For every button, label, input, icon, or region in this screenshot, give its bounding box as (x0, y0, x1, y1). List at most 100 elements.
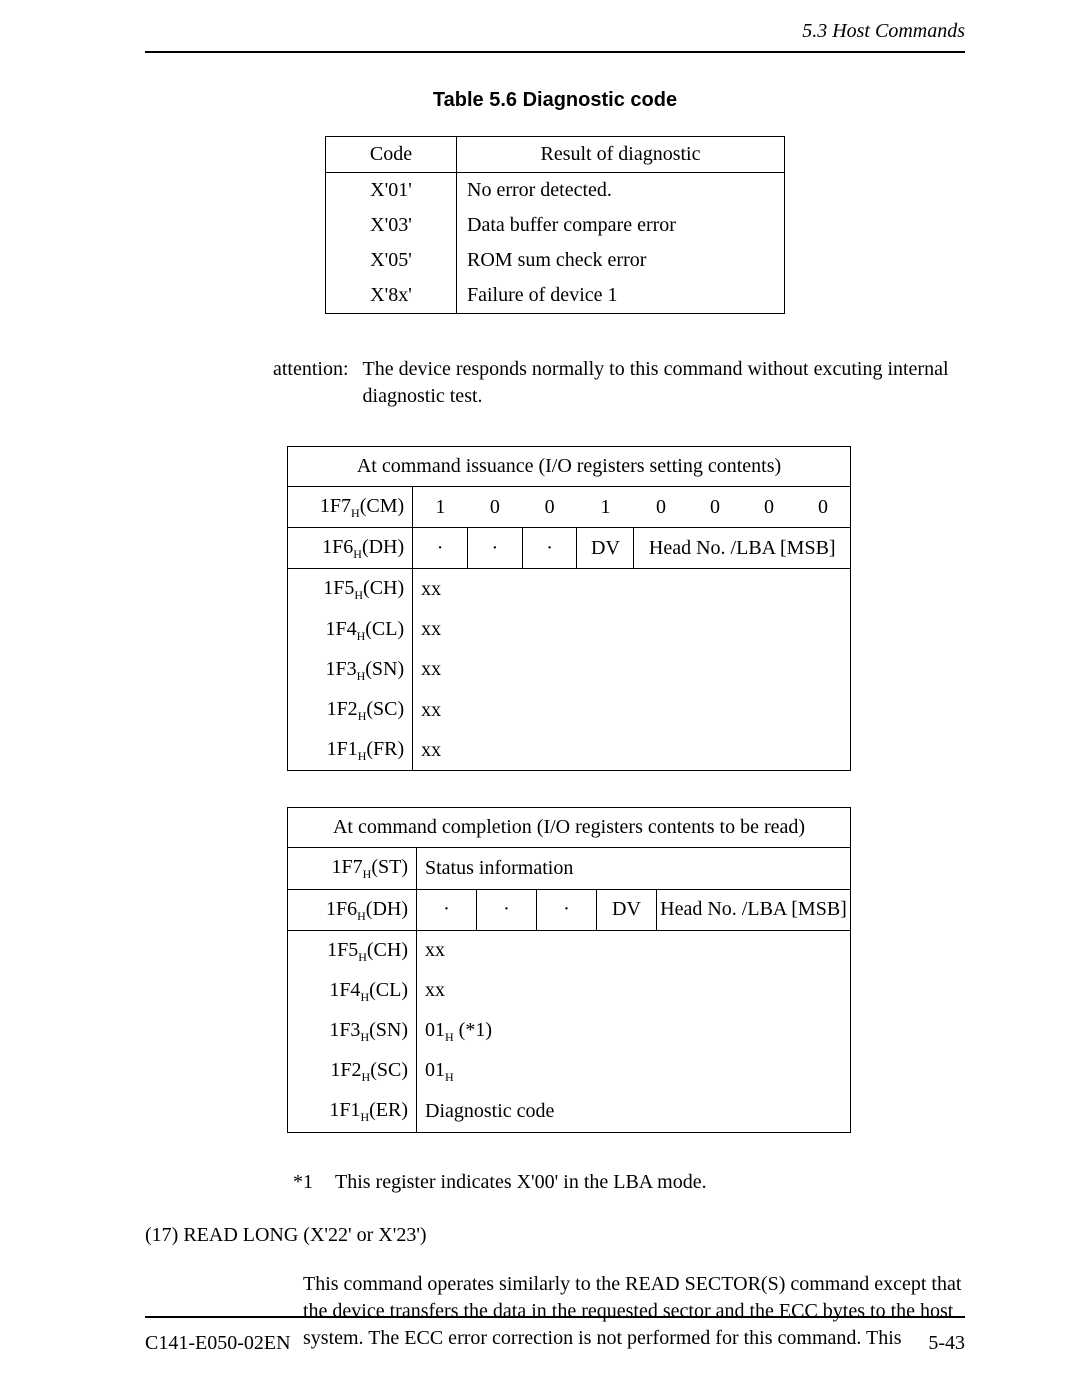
val: Status information (417, 848, 851, 889)
reg-row-cl: 1F4H(CL) xx (288, 610, 851, 650)
table-row: X'01' No error detected. (326, 173, 785, 209)
doc-number: C141-E050-02EN (145, 1330, 291, 1357)
reg-row-sc: 1F2H(SC) xx (288, 690, 851, 730)
t: H (357, 669, 366, 683)
reg-label: 1F7H(CM) (288, 487, 413, 528)
bit: · (417, 889, 477, 930)
t: (CH) (367, 939, 408, 961)
footnote: *1 This register indicates X'00' in the … (293, 1169, 965, 1196)
attention-text: The device responds normally to this com… (363, 356, 965, 410)
reg-row-sc: 1F2H(SC) 01H (288, 1051, 851, 1091)
footnote-label: *1 (293, 1169, 335, 1196)
diagnostic-code-table: Code Result of diagnostic X'01' No error… (325, 136, 785, 314)
t: 1F5 (327, 939, 358, 961)
reg-row-sn: 1F3H(SN) 01H (*1) (288, 1011, 851, 1051)
t: H (362, 1070, 371, 1084)
t: H (357, 629, 366, 643)
t: 1F1 (327, 738, 358, 760)
bit: 0 (796, 487, 851, 528)
bit: · (467, 528, 522, 569)
reg-row-sn: 1F3H(SN) xx (288, 650, 851, 690)
val: xx (417, 930, 851, 971)
t: (CL) (365, 618, 404, 640)
t: (DH) (362, 536, 404, 558)
t: H (358, 950, 367, 964)
reg-label: 1F3H(SN) (288, 650, 413, 690)
reg-label: 1F2H(SC) (288, 1051, 417, 1091)
reg-label: 1F2H(SC) (288, 690, 413, 730)
bit: 1 (577, 487, 634, 528)
head-cell: Head No. /LBA [MSB] (657, 889, 851, 930)
t: (SC) (370, 1059, 408, 1081)
col-code: Code (326, 137, 457, 173)
bit: 0 (522, 487, 577, 528)
page: 5.3 Host Commands Table 5.6 Diagnostic c… (0, 0, 1080, 1397)
t: 01 (425, 1019, 445, 1041)
table-row: X'8x' Failure of device 1 (326, 278, 785, 314)
bit: 0 (634, 487, 688, 528)
t: 1F3 (329, 1019, 360, 1041)
t: H (445, 1030, 454, 1044)
cell-code: X'01' (326, 173, 457, 209)
val: 01H (*1) (417, 1011, 851, 1051)
t: 1F6 (326, 898, 357, 920)
section-heading: (17) READ LONG (X'22' or X'23') (145, 1222, 965, 1249)
reg-row-fr: 1F1H(FR) xx (288, 730, 851, 771)
bit: 1 (413, 487, 468, 528)
t: 1F4 (325, 618, 356, 640)
t: 1F2 (327, 698, 358, 720)
table-header-row: Code Result of diagnostic (326, 137, 785, 173)
val: xx (417, 971, 851, 1011)
t: (SC) (366, 698, 404, 720)
section-ref: 5.3 Host Commands (802, 20, 965, 42)
page-number: 5-43 (928, 1330, 965, 1357)
cell-code: X'03' (326, 208, 457, 243)
page-footer: C141-E050-02EN 5-43 (145, 1316, 965, 1357)
bit: DV (597, 889, 657, 930)
t: 01 (425, 1059, 445, 1081)
reg-row-dh: 1F6H(DH) · · · DV Head No. /LBA [MSB] (288, 889, 851, 930)
val: xx (413, 650, 851, 690)
t: 1F5 (323, 577, 354, 599)
bit: 0 (467, 487, 522, 528)
t: H (360, 1030, 369, 1044)
reg-label: 1F6H(DH) (288, 889, 417, 930)
table-row: X'05' ROM sum check error (326, 243, 785, 278)
reg-row-dh: 1F6H(DH) · · · DV Head No. /LBA [MSB] (288, 528, 851, 569)
reg-label: 1F4H(CL) (288, 610, 413, 650)
register-completion-table-wrap: At command completion (I/O registers con… (287, 807, 965, 1132)
t: (CH) (363, 577, 404, 599)
reg-label: 1F5H(CH) (288, 930, 417, 971)
footnote-text: This register indicates X'00' in the LBA… (335, 1169, 707, 1196)
reg-row-er: 1F1H(ER) Diagnostic code (288, 1091, 851, 1132)
val: xx (413, 569, 851, 610)
val: xx (413, 690, 851, 730)
bit: 0 (742, 487, 796, 528)
reg-row-ch: 1F5H(CH) xx (288, 930, 851, 971)
t: (SN) (365, 658, 404, 680)
cell-result: Data buffer compare error (457, 208, 785, 243)
t: (CL) (369, 979, 408, 1001)
reg-label: 1F1H(FR) (288, 730, 413, 771)
t: 1F3 (325, 658, 356, 680)
reg-row-st: 1F7H(ST) Status information (288, 848, 851, 889)
cell-result: No error detected. (457, 173, 785, 209)
page-header: 5.3 Host Commands (145, 18, 965, 53)
bit: DV (577, 528, 634, 569)
attention-label: attention: (273, 356, 363, 410)
col-result: Result of diagnostic (457, 137, 785, 173)
t: (ST) (371, 856, 408, 878)
t: H (360, 990, 369, 1004)
val: xx (413, 730, 851, 771)
bit: · (477, 889, 537, 930)
val: Diagnostic code (417, 1091, 851, 1132)
register-issuance-table: At command issuance (I/O registers setti… (287, 446, 851, 771)
val: 01H (417, 1051, 851, 1091)
t: H (353, 547, 362, 561)
table-row: X'03' Data buffer compare error (326, 208, 785, 243)
cell-code: X'05' (326, 243, 457, 278)
t: H (360, 1110, 369, 1124)
t: 1F6 (322, 536, 353, 558)
reg-row-cl: 1F4H(CL) xx (288, 971, 851, 1011)
reg-title: At command issuance (I/O registers setti… (288, 447, 851, 487)
